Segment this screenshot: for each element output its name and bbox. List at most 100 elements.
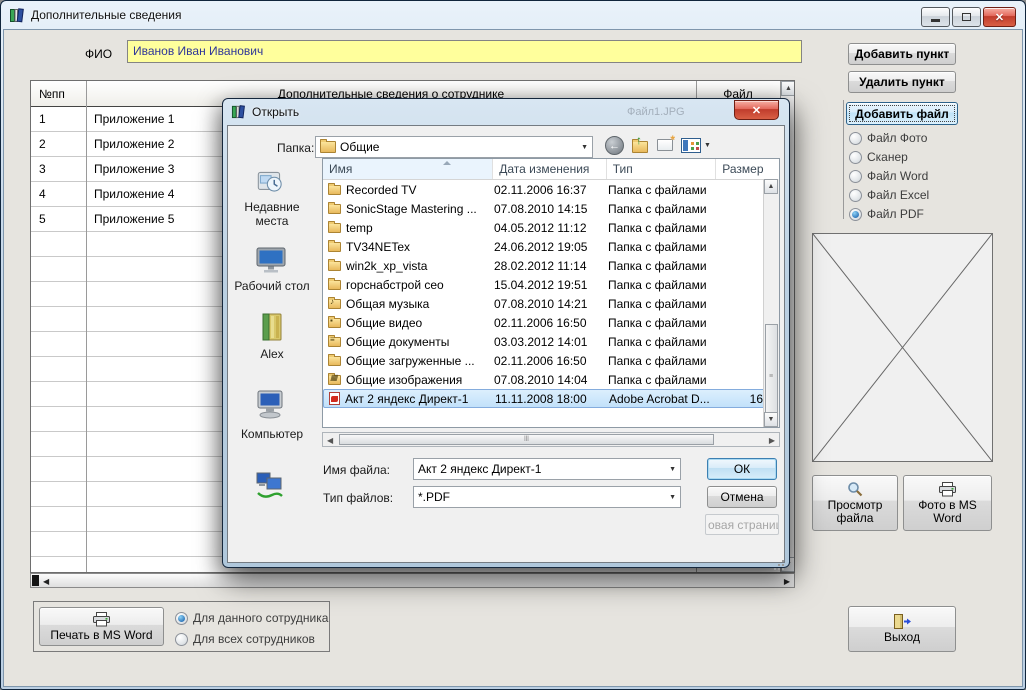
file-row[interactable]: ≡Общие документы 03.03.2012 14:01 Папка … — [323, 332, 766, 351]
view-file-button[interactable]: Просмотр файла — [812, 475, 898, 531]
ok-button[interactable]: ОК — [707, 458, 777, 480]
column-header-size[interactable]: Размер — [716, 159, 779, 179]
filetype-combobox[interactable]: *.PDF ▼ — [413, 486, 681, 508]
file-list: Имя Дата изменения Тип Размер Recorded T… — [322, 158, 780, 428]
radio-file-excel[interactable]: Файл Excel — [849, 188, 929, 202]
maximize-button[interactable] — [952, 7, 981, 27]
scroll-down-icon[interactable]: ▼ — [764, 412, 778, 427]
file-row[interactable]: ▪Общие видео 02.11.2006 16:50 Папка с фа… — [323, 313, 766, 332]
radio-icon[interactable] — [849, 170, 862, 183]
chevron-down-icon[interactable]: ▼ — [581, 144, 588, 151]
hscroll-thumb[interactable] — [32, 575, 39, 586]
file-type: Папка с файлами — [608, 202, 718, 216]
photo-to-word-button[interactable]: Фото в MS Word — [903, 475, 992, 531]
sidebar-item-computer[interactable]: Компьютер — [229, 427, 315, 441]
table-horizontal-scrollbar[interactable]: ◀ ▶ — [30, 573, 795, 588]
file-type: Папка с файлами — [608, 373, 718, 387]
sidebar-item-desktop[interactable]: Рабочий стол — [229, 279, 315, 293]
exit-label: Выход — [884, 631, 920, 644]
radio-scanner[interactable]: Сканер — [849, 150, 908, 164]
file-name: temp — [346, 221, 373, 235]
file-row[interactable]: Recorded TV 02.11.2006 16:37 Папка с фай… — [323, 180, 766, 199]
radio-file-word[interactable]: Файл Word — [849, 169, 928, 183]
computer-icon[interactable] — [254, 388, 286, 420]
filename-combobox[interactable]: Акт 2 яндекс Директ-1 ▼ — [413, 458, 681, 480]
window-title: Дополнительные сведения — [31, 8, 181, 22]
file-row[interactable]: SonicStage Mastering ... 07.08.2010 14:1… — [323, 199, 766, 218]
radio-file-pdf[interactable]: Файл PDF — [849, 207, 924, 221]
scroll-right-icon[interactable]: ▶ — [769, 436, 775, 445]
views-icon[interactable] — [681, 138, 701, 153]
dialog-title: Открыть — [252, 105, 299, 119]
file-row[interactable]: Общие загруженные ... 02.11.2006 16:50 П… — [323, 351, 766, 370]
printer-icon — [93, 612, 110, 627]
file-name: SonicStage Mastering ... — [346, 202, 477, 216]
radio-file-photo[interactable]: Файл Фото — [849, 131, 927, 145]
print-to-word-button[interactable]: Печать в MS Word — [39, 607, 164, 646]
maximize-icon — [962, 13, 971, 21]
cancel-button[interactable]: Отмена — [707, 486, 777, 508]
fio-label: ФИО — [85, 47, 112, 61]
add-file-button[interactable]: Добавить файл — [846, 102, 958, 125]
file-row[interactable]: temp 04.05.2012 11:12 Папка с файлами — [323, 218, 766, 237]
scroll-left-icon[interactable]: ◀ — [43, 577, 49, 586]
new-folder-icon[interactable] — [657, 139, 673, 151]
radio-current-employee[interactable]: Для данного сотрудника — [175, 611, 328, 625]
file-name: Recorded TV — [346, 183, 416, 197]
list-horizontal-scrollbar[interactable]: ◀ lll ▶ — [322, 432, 780, 447]
add-item-button[interactable]: Добавить пункт — [848, 43, 956, 65]
recent-places-icon[interactable] — [253, 165, 287, 199]
desktop-icon[interactable] — [255, 246, 287, 274]
radio-all-employees[interactable]: Для всех сотрудников — [175, 632, 315, 646]
scroll-up-icon[interactable]: ▲ — [764, 179, 778, 194]
row-info: Приложение 5 — [94, 212, 174, 226]
chevron-down-icon[interactable]: ▼ — [669, 494, 676, 501]
chevron-down-icon[interactable]: ▼ — [704, 142, 711, 149]
file-row[interactable]: ♪Общая музыка 07.08.2010 14:21 Папка с ф… — [323, 294, 766, 313]
list-vertical-scrollbar[interactable]: ▲ ≡ ▼ — [763, 179, 779, 427]
radio-icon[interactable] — [849, 151, 862, 164]
column-header-name[interactable]: Имя — [323, 159, 493, 179]
file-type: Папка с файлами — [608, 316, 718, 330]
video-folder-icon: ▪ — [328, 318, 341, 328]
group-divider — [843, 100, 844, 219]
dialog-close-button[interactable]: ✕ — [734, 100, 779, 120]
minimize-button[interactable] — [921, 7, 950, 27]
file-row[interactable]: TV34NETex 24.06.2012 19:05 Папка с файла… — [323, 237, 766, 256]
resize-grip-icon[interactable] — [774, 552, 784, 562]
radio-icon[interactable] — [849, 189, 862, 202]
file-date: 24.06.2012 19:05 — [494, 240, 608, 254]
user-folder-icon[interactable] — [257, 311, 287, 343]
fio-field[interactable]: Иванов Иван Иванович — [127, 40, 802, 63]
sidebar-item-recent-places[interactable]: Недавние места — [229, 200, 315, 228]
radio-icon-selected[interactable] — [849, 208, 862, 221]
column-header-date[interactable]: Дата изменения — [493, 159, 607, 179]
scroll-right-icon[interactable]: ▶ — [784, 577, 790, 586]
file-date: 03.03.2012 14:01 — [494, 335, 608, 349]
radio-icon[interactable] — [175, 633, 188, 646]
chevron-down-icon[interactable]: ▼ — [669, 466, 676, 473]
hscroll-thumb[interactable]: lll — [339, 434, 714, 445]
back-icon[interactable]: ← — [605, 136, 624, 155]
radio-icon[interactable] — [849, 132, 862, 145]
exit-button[interactable]: Выход — [848, 606, 956, 652]
up-folder-icon[interactable]: ↑ — [632, 139, 648, 153]
delete-item-button[interactable]: Удалить пункт — [848, 71, 956, 93]
close-button[interactable]: ✕ — [983, 7, 1016, 27]
scroll-up-icon[interactable]: ▲ — [781, 81, 795, 96]
file-name: Общие загруженные ... — [346, 354, 475, 368]
column-header-type[interactable]: Тип — [607, 159, 717, 179]
file-row-selected[interactable]: Акт 2 яндекс Директ-1 11.11.2008 18:00 A… — [323, 389, 766, 408]
file-row[interactable]: ▦Общие изображения 07.08.2010 14:04 Папк… — [323, 370, 766, 389]
file-row[interactable]: win2k_xp_vista 28.02.2012 11:14 Папка с … — [323, 256, 766, 275]
folder-combobox[interactable]: Общие ▼ — [315, 136, 593, 158]
file-row[interactable]: горснабстрой сео 15.04.2012 19:51 Папка … — [323, 275, 766, 294]
scroll-left-icon[interactable]: ◀ — [327, 436, 333, 445]
new-page-button-clipped[interactable]: овая страниц — [705, 514, 779, 535]
minimize-icon — [931, 19, 940, 22]
network-icon[interactable] — [255, 471, 285, 501]
sidebar-item-alex[interactable]: Alex — [229, 347, 315, 361]
radio-icon-selected[interactable] — [175, 612, 188, 625]
folder-icon — [328, 185, 341, 195]
file-size: 16 — [719, 392, 763, 406]
